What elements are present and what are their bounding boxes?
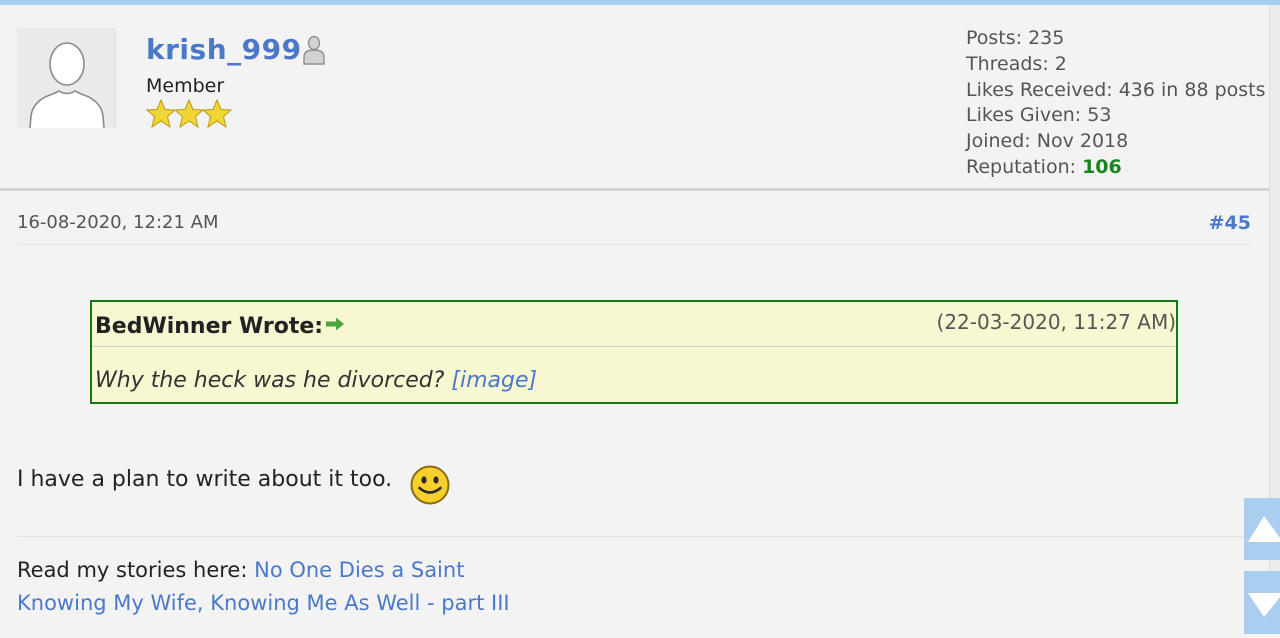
quote-divider (92, 346, 1176, 347)
story-link-no-one-dies-a-saint[interactable]: No One Dies a Saint (254, 558, 464, 582)
quote-date: (22-03-2020, 11:27 AM) (936, 310, 1176, 334)
scroll-to-bottom-button[interactable] (1244, 571, 1280, 634)
post-date: 16-08-2020, 12:21 AM (17, 212, 219, 233)
signature-line-2: Knowing My Wife, Knowing Me As Well - pa… (17, 591, 510, 615)
post-author-header: krish_999 Member Posts: 235 Threads: 2 L… (0, 5, 1269, 191)
reputation-value: 106 (1082, 155, 1122, 178)
default-avatar-icon (17, 28, 117, 128)
go-to-post-arrow-icon[interactable] (325, 312, 345, 337)
quote-message: Why the heck was he divorced? (95, 368, 452, 393)
quote-author-name: BedWinner Wrote: (95, 314, 324, 339)
offline-person-icon (302, 35, 326, 69)
divider (17, 244, 1251, 245)
stat-joined: Joined: Nov 2018 (966, 130, 1129, 153)
user-rank-stars (145, 98, 236, 133)
star-icon (173, 98, 205, 129)
signature-prefix: Read my stories here: (17, 558, 255, 582)
user-title: Member (146, 75, 225, 97)
story-link-knowing-my-wife[interactable]: Knowing My Wife, Knowing Me As Well - pa… (17, 591, 510, 615)
arrow-up-icon (1248, 516, 1280, 542)
quote-block: BedWinner Wrote: (22-03-2020, 11:27 AM) … (90, 300, 1178, 404)
stat-likes-given: Likes Given: 53 (966, 104, 1112, 127)
post-number-link[interactable]: #45 (1209, 212, 1251, 234)
arrow-down-icon (1248, 593, 1280, 617)
stat-reputation: Reputation: 106 (966, 155, 1266, 181)
signature-line-1: Read my stories here: No One Dies a Sain… (17, 558, 464, 582)
quote-image-link[interactable]: [image] (451, 368, 537, 393)
post-body-text: I have a plan to write about it too. (17, 467, 393, 492)
stat-posts: Posts: 235 (966, 27, 1065, 49)
avatar[interactable] (17, 28, 117, 128)
username-link[interactable]: krish_999 (146, 33, 302, 66)
star-icon (145, 98, 177, 129)
stat-likes-received: Likes Received: 436 in 88 posts (966, 78, 1266, 101)
quote-author: BedWinner Wrote: (95, 312, 345, 339)
stat-threads: Threads: 2 (966, 52, 1067, 75)
quote-text: Why the heck was he divorced? [image] (95, 368, 537, 393)
user-stats: Posts: 235 Threads: 2 Likes Received: 43… (966, 26, 1266, 181)
star-icon (201, 98, 233, 129)
smiley-icon (409, 464, 451, 510)
reputation-label: Reputation: (966, 155, 1083, 178)
signature-divider (17, 536, 1247, 537)
scroll-to-top-button[interactable] (1244, 498, 1280, 560)
